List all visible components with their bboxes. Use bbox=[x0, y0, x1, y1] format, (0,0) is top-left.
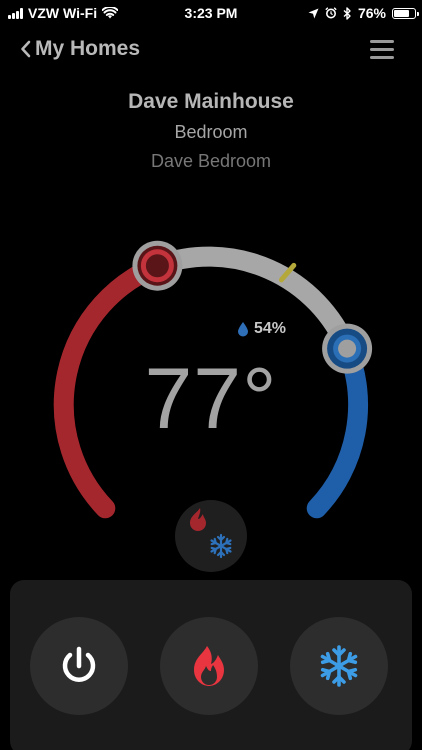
status-right: 76% bbox=[308, 5, 419, 21]
home-name: Dave Mainhouse bbox=[128, 90, 294, 113]
battery-level bbox=[394, 9, 410, 17]
status-bar: VZW Wi-Fi 3:23 PM 76% bbox=[0, 0, 422, 26]
humidity-readout: 54% bbox=[237, 320, 286, 338]
snowflake-icon bbox=[320, 645, 358, 687]
alarm-icon bbox=[325, 7, 337, 19]
thermostat-name: Dave Bedroom bbox=[150, 151, 272, 171]
back-label: My Homes bbox=[35, 37, 141, 60]
power-button[interactable] bbox=[30, 617, 128, 715]
heat-mode-button[interactable] bbox=[160, 617, 258, 715]
cool-mode-button[interactable] bbox=[290, 617, 388, 715]
humidity-value: 54% bbox=[254, 320, 287, 337]
location-arrow-icon bbox=[308, 8, 319, 18]
heat-setpoint-handle[interactable] bbox=[132, 240, 183, 291]
chevron-left-icon bbox=[21, 40, 31, 58]
room-name: Bedroom bbox=[174, 122, 248, 142]
device-titles: Dave Mainhouse Bedroom Dave Bedroom bbox=[0, 90, 422, 172]
thermostat-screen: VZW Wi-Fi 3:23 PM 76% My Homes Dave Main… bbox=[0, 0, 422, 750]
heat-cool-icon bbox=[190, 508, 232, 559]
current-temp-marker bbox=[278, 262, 297, 283]
bluetooth-icon bbox=[343, 6, 351, 20]
hamburger-menu-icon[interactable] bbox=[370, 40, 394, 60]
back-button[interactable]: My Homes bbox=[20, 37, 140, 61]
battery-icon bbox=[392, 7, 419, 19]
control-panel bbox=[10, 580, 412, 750]
power-icon bbox=[62, 646, 96, 682]
mode-selector-button[interactable] bbox=[175, 500, 247, 572]
water-drop-icon bbox=[238, 322, 248, 337]
current-temperature: 77° bbox=[144, 351, 278, 447]
battery-percent: 76% bbox=[357, 5, 386, 21]
nav-bar: My Homes bbox=[0, 34, 422, 70]
flame-icon bbox=[194, 646, 224, 686]
